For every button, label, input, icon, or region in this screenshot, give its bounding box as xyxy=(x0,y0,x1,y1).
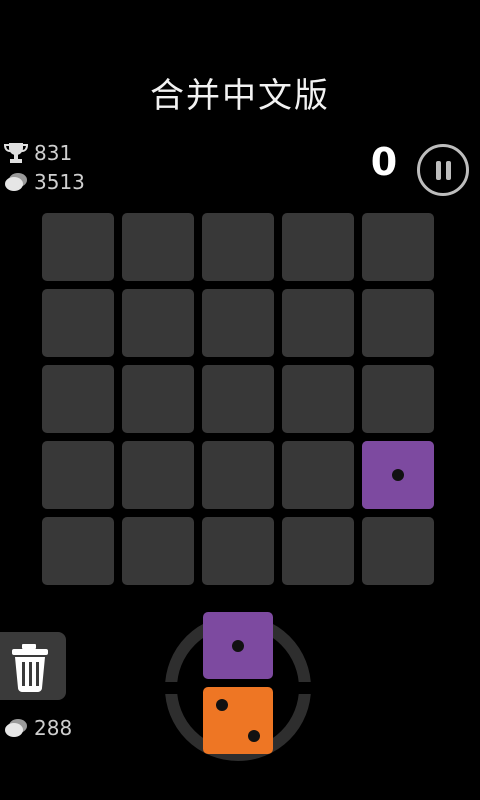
board-cell[interactable] xyxy=(362,213,434,281)
die-pip xyxy=(392,469,404,481)
board-cell[interactable] xyxy=(122,441,194,509)
page-title: 合并中文版 xyxy=(150,76,330,116)
pause-button[interactable] xyxy=(417,144,469,196)
game-board[interactable] xyxy=(42,213,436,585)
trophy-icon xyxy=(4,143,28,163)
board-cell[interactable] xyxy=(122,517,194,585)
board-cell[interactable] xyxy=(202,365,274,433)
board-cell[interactable] xyxy=(42,213,114,281)
board-cell[interactable] xyxy=(362,365,434,433)
board-cell[interactable] xyxy=(282,213,354,281)
die-pip xyxy=(232,639,244,652)
die-pip xyxy=(248,729,261,742)
board-cell[interactable] xyxy=(202,441,274,509)
coin-stack-icon xyxy=(5,719,27,737)
trash-icon xyxy=(12,644,48,692)
trash-button[interactable] xyxy=(0,632,66,700)
coin-balance-value: 3513 xyxy=(34,170,85,194)
current-score: 0 xyxy=(370,140,398,184)
board-cell[interactable] xyxy=(122,213,194,281)
board-cell[interactable] xyxy=(42,517,114,585)
board-cell[interactable] xyxy=(202,517,274,585)
bottom-coin-value: 288 xyxy=(34,716,73,740)
next-die[interactable] xyxy=(203,612,273,679)
best-score: 831 xyxy=(4,141,72,165)
board-cell[interactable] xyxy=(122,365,194,433)
board-cell[interactable] xyxy=(202,289,274,357)
coin-balance: 3513 xyxy=(4,170,85,194)
bottom-coin-balance: 288 xyxy=(4,716,72,740)
board-cell[interactable] xyxy=(42,289,114,357)
board-cell[interactable] xyxy=(42,365,114,433)
board-cell[interactable] xyxy=(282,289,354,357)
coin-stack-icon xyxy=(5,173,27,191)
board-cell[interactable] xyxy=(362,289,434,357)
board-cell[interactable] xyxy=(282,365,354,433)
placed-die[interactable] xyxy=(362,441,434,509)
die-pip xyxy=(215,699,228,712)
board-cell[interactable] xyxy=(42,441,114,509)
board-cell[interactable] xyxy=(282,517,354,585)
board-cell[interactable] xyxy=(282,441,354,509)
board-cell[interactable] xyxy=(362,517,434,585)
next-die[interactable] xyxy=(203,687,273,754)
best-score-value: 831 xyxy=(34,141,73,165)
board-cell[interactable] xyxy=(202,213,274,281)
board-cell[interactable] xyxy=(122,289,194,357)
